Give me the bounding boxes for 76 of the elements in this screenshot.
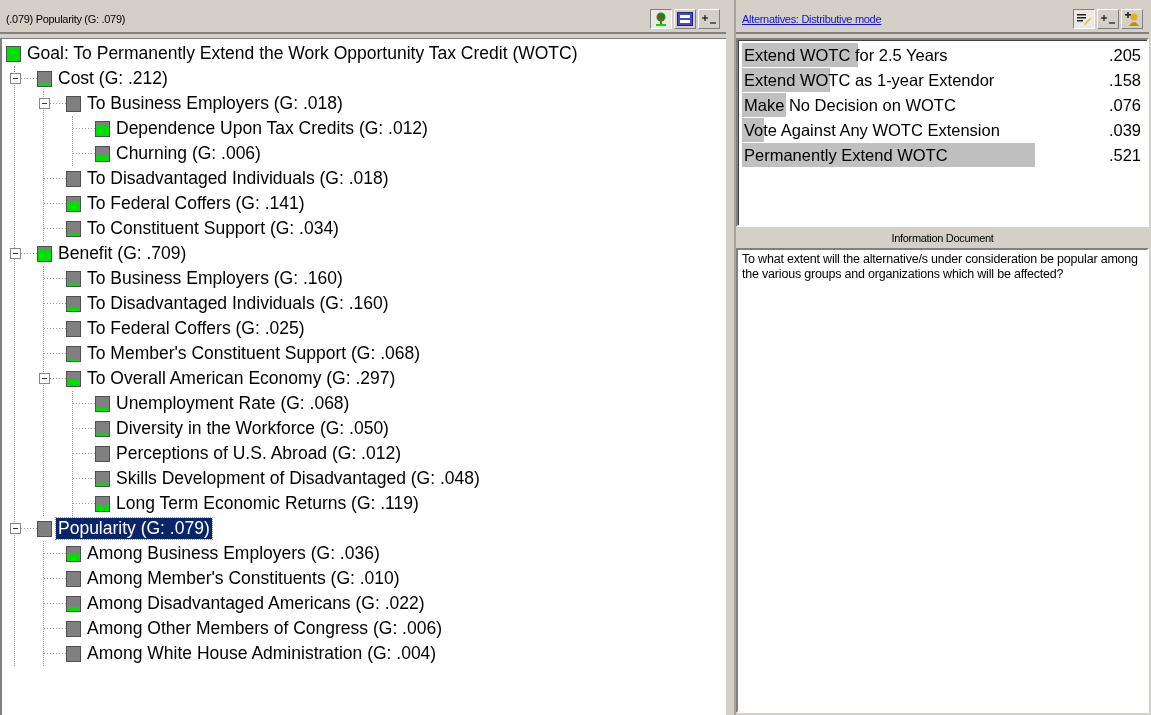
tree-node[interactable]: Perceptions of U.S. Abroad (G: .012) — [114, 443, 403, 464]
tree-node[interactable]: Popularity (G: .079) — [56, 518, 212, 539]
tree-node[interactable]: To Member's Constituent Support (G: .068) — [85, 343, 423, 364]
alternative-name: Vote Against Any WOTC Extension — [743, 121, 1000, 140]
priority-icon — [66, 545, 81, 562]
tree-node[interactable]: To Disadvantaged Individuals (G: .018) — [85, 168, 391, 189]
alternative-name: Make No Decision on WOTC — [743, 96, 956, 115]
tree-node[interactable]: To Business Employers (G: .160) — [85, 268, 345, 289]
priority-icon — [66, 345, 81, 362]
priority-icon — [95, 395, 110, 412]
priority-icon — [95, 145, 110, 162]
tree-node[interactable]: Among White House Administration (G: .004) — [85, 643, 439, 664]
collapse-toggle[interactable] — [39, 373, 50, 384]
mode-link[interactable]: Alternatives: Distributive mode — [742, 13, 882, 25]
tree-node[interactable]: To Overall American Economy (G: .297) — [85, 368, 398, 389]
priority-icon — [6, 45, 21, 62]
tree-node[interactable]: Skills Development of Disadvantaged (G: .048) — [114, 468, 482, 489]
plus-minus-icon — [1100, 12, 1116, 26]
priority-icon — [66, 320, 81, 337]
document-text: To what extent will the alternative/s under consideration be popular among the various groups and organizations which will be affected? — [736, 248, 1149, 713]
collapse-toggle[interactable] — [10, 73, 21, 84]
alternative-name: Extend WOTC for 2.5 Years — [743, 46, 948, 65]
priority-icon — [37, 520, 52, 537]
plus-minus-icon — [701, 12, 717, 26]
priority-icon — [66, 595, 81, 612]
tree-node[interactable]: Dependence Upon Tax Credits (G: .012) — [114, 118, 430, 139]
priority-icon — [37, 245, 52, 262]
collapse-toggle[interactable] — [10, 523, 21, 534]
tree-node[interactable]: Long Term Economic Returns (G: .119) — [114, 493, 421, 514]
priority-icon — [66, 170, 81, 187]
tree-node[interactable]: Diversity in the Workforce (G: .050) — [114, 418, 391, 439]
tree-node[interactable]: To Business Employers (G: .018) — [85, 93, 345, 114]
panel-icon — [677, 12, 693, 26]
add-person-icon — [1124, 12, 1140, 26]
tree-node[interactable]: Goal: To Permanently Extend the Work Opportunity Tax Credit (WOTC) — [25, 43, 580, 64]
priority-icon — [66, 645, 81, 662]
section-title: Information Document — [890, 231, 995, 246]
alternative-value: .205 — [1107, 46, 1141, 65]
tree-node[interactable]: Unemployment Rate (G: .068) — [114, 393, 352, 414]
priority-icon — [66, 270, 81, 287]
alternative-value: .158 — [1107, 71, 1141, 90]
tree-node[interactable]: To Disadvantaged Individuals (G: .160) — [85, 293, 391, 314]
tree-icon — [653, 12, 669, 26]
priority-icon — [95, 420, 110, 437]
tree-node[interactable]: Benefit (G: .709) — [56, 243, 189, 264]
priority-icon — [66, 570, 81, 587]
tree-node[interactable]: Among Disadvantaged Americans (G: .022) — [85, 593, 427, 614]
priority-icon — [66, 220, 81, 237]
alternative-value: .039 — [1107, 121, 1141, 140]
tree-node[interactable]: To Federal Coffers (G: .025) — [85, 318, 307, 339]
tree-node[interactable]: To Federal Coffers (G: .141) — [85, 193, 307, 214]
priority-icon — [66, 95, 81, 112]
tree-node[interactable]: Among Member's Constituents (G: .010) — [85, 568, 402, 589]
pane-title: (.079) Popularity (G: .079) — [6, 13, 126, 25]
tree-node[interactable]: Among Other Members of Congress (G: .006) — [85, 618, 444, 639]
tree-node[interactable]: Among Business Employers (G: .036) — [85, 543, 382, 564]
tree-node[interactable]: To Constituent Support (G: .034) — [85, 218, 341, 239]
priority-icon — [95, 445, 110, 462]
priority-icon — [95, 495, 110, 512]
collapse-toggle[interactable] — [10, 248, 21, 259]
alternative-value: .521 — [1107, 146, 1141, 165]
priority-icon — [95, 470, 110, 487]
alternative-value: .076 — [1107, 96, 1141, 115]
priority-icon — [95, 120, 110, 137]
tree-node[interactable]: Churning (G: .006) — [114, 143, 263, 164]
alternative-name: Permanently Extend WOTC — [743, 146, 948, 165]
priority-icon — [66, 295, 81, 312]
priority-icon — [66, 195, 81, 212]
toolbar-button[interactable] — [1073, 9, 1095, 29]
tree-node[interactable]: Cost (G: .212) — [56, 68, 170, 89]
collapse-toggle[interactable] — [39, 98, 50, 109]
priority-icon — [66, 620, 81, 637]
alternative-name: Extend WOTC as 1-year Extendor — [743, 71, 995, 90]
list-edit-icon — [1076, 12, 1092, 26]
priority-icon — [66, 370, 81, 387]
priority-icon — [37, 70, 52, 87]
